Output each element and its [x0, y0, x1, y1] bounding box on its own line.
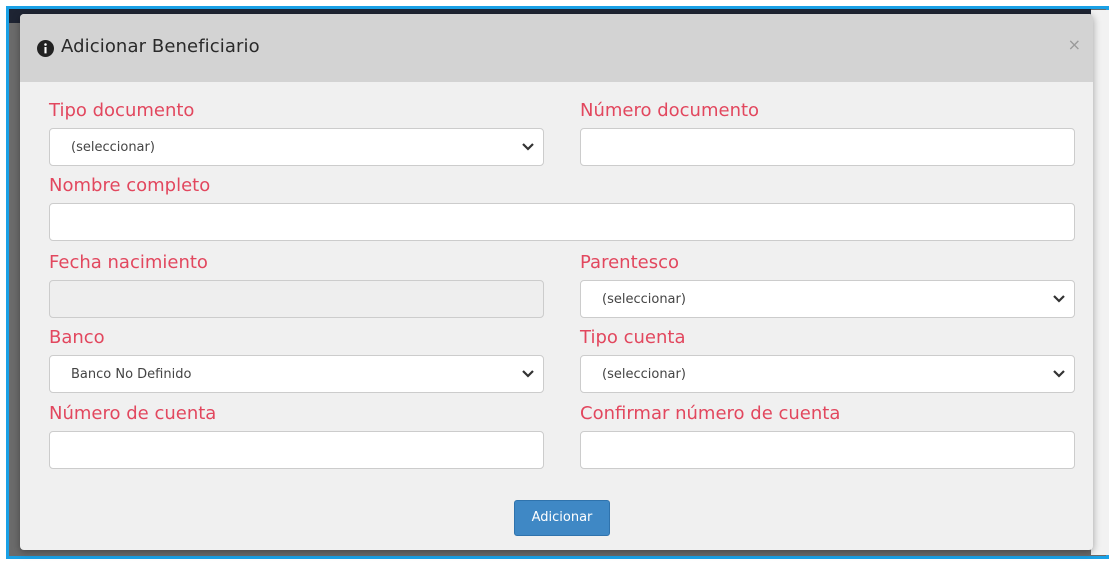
tipo-cuenta-value: (seleccionar)	[602, 367, 686, 382]
modal-title: Adicionar Beneficiario	[61, 36, 260, 57]
tipo-documento-label: Tipo documento	[49, 100, 195, 121]
parentesco-label: Parentesco	[580, 252, 679, 273]
banco-value: Banco No Definido	[71, 367, 192, 382]
tipo-cuenta-label: Tipo cuenta	[580, 327, 686, 348]
fecha-nacimiento-label: Fecha nacimiento	[49, 252, 208, 273]
confirmar-numero-cuenta-input[interactable]	[580, 431, 1075, 469]
nombre-completo-label: Nombre completo	[49, 175, 211, 196]
parentesco-value: (seleccionar)	[602, 292, 686, 307]
numero-documento-label: Número documento	[580, 100, 760, 121]
parentesco-select[interactable]: (seleccionar)	[580, 280, 1075, 318]
chevron-down-icon	[522, 143, 534, 151]
add-beneficiary-modal: Adicionar Beneficiario × Tipo documento …	[20, 14, 1093, 550]
close-icon[interactable]: ×	[1068, 35, 1081, 54]
add-button[interactable]: Adicionar	[514, 500, 610, 536]
banco-select[interactable]: Banco No Definido	[49, 355, 544, 393]
chevron-down-icon	[522, 370, 534, 378]
modal-header: Adicionar Beneficiario ×	[20, 14, 1093, 82]
tipo-documento-select[interactable]: (seleccionar)	[49, 128, 544, 166]
banco-label: Banco	[49, 327, 105, 348]
info-circle-icon	[37, 40, 54, 57]
numero-cuenta-input[interactable]	[49, 431, 544, 469]
numero-documento-input[interactable]	[580, 128, 1075, 166]
tipo-documento-value: (seleccionar)	[71, 140, 155, 155]
confirmar-numero-cuenta-label: Confirmar número de cuenta	[580, 403, 841, 424]
numero-cuenta-label: Número de cuenta	[49, 403, 217, 424]
tipo-cuenta-select[interactable]: (seleccionar)	[580, 355, 1075, 393]
background-right-strip	[1091, 10, 1109, 555]
chevron-down-icon	[1053, 295, 1065, 303]
chevron-down-icon	[1053, 370, 1065, 378]
nombre-completo-input[interactable]	[49, 203, 1075, 241]
fecha-nacimiento-input[interactable]	[49, 280, 544, 318]
